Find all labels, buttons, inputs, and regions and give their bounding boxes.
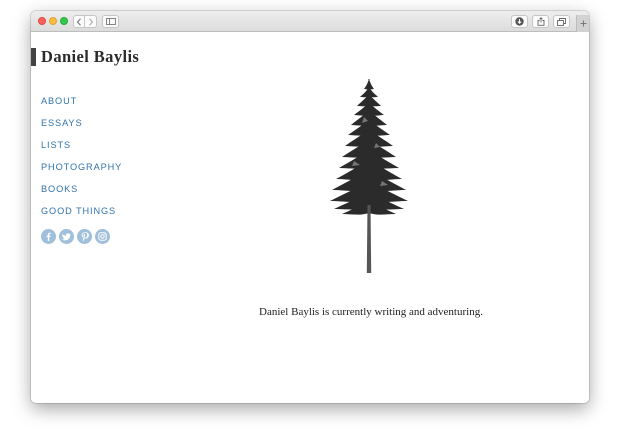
pine-tree-illustration [330,79,408,273]
instagram-link[interactable] [95,229,110,244]
browser-toolbar [31,11,589,32]
nav-item-photography[interactable]: PHOTOGRAPHY [41,161,122,183]
zoom-window-button[interactable] [60,17,68,25]
title-accent-bar [31,48,36,66]
back-button[interactable] [73,15,85,28]
browser-window: Daniel Baylis ABOUT ESSAYS LISTS PHOTOGR… [31,11,589,403]
nav-item-essays[interactable]: ESSAYS [41,117,122,139]
twitter-link[interactable] [59,229,74,244]
minimize-window-button[interactable] [49,17,57,25]
download-icon [515,17,524,26]
downloads-button[interactable] [511,15,528,28]
site-title-link[interactable]: Daniel Baylis [41,47,139,69]
sidebar-toggle-button[interactable] [102,15,119,28]
facebook-icon [46,232,51,241]
share-icon [537,17,544,26]
pinterest-icon [81,231,89,241]
sidebar-icon [105,18,116,25]
chevron-right-icon [88,17,93,26]
instagram-icon [98,232,107,241]
nav-item-books[interactable]: BOOKS [41,183,122,205]
share-button[interactable] [532,15,549,28]
pinterest-link[interactable] [77,229,92,244]
tabs-icon [557,17,566,26]
facebook-link[interactable] [41,229,56,244]
plus-icon [580,20,586,27]
main-nav: ABOUT ESSAYS LISTS PHOTOGRAPHY BOOKS GOO… [41,95,122,227]
close-window-button[interactable] [38,17,46,25]
page-content: Daniel Baylis ABOUT ESSAYS LISTS PHOTOGR… [31,33,589,403]
tagline-text: Daniel Baylis is currently writing and a… [259,306,483,318]
chevron-left-icon [76,17,81,26]
nav-item-about[interactable]: ABOUT [41,95,122,117]
twitter-icon [62,232,71,240]
social-links [41,229,110,244]
nav-item-good-things[interactable]: GOOD THINGS [41,205,122,227]
forward-button[interactable] [85,15,97,28]
new-tab-button[interactable] [576,15,589,32]
show-tabs-button[interactable] [553,15,570,28]
nav-item-lists[interactable]: LISTS [41,139,122,161]
